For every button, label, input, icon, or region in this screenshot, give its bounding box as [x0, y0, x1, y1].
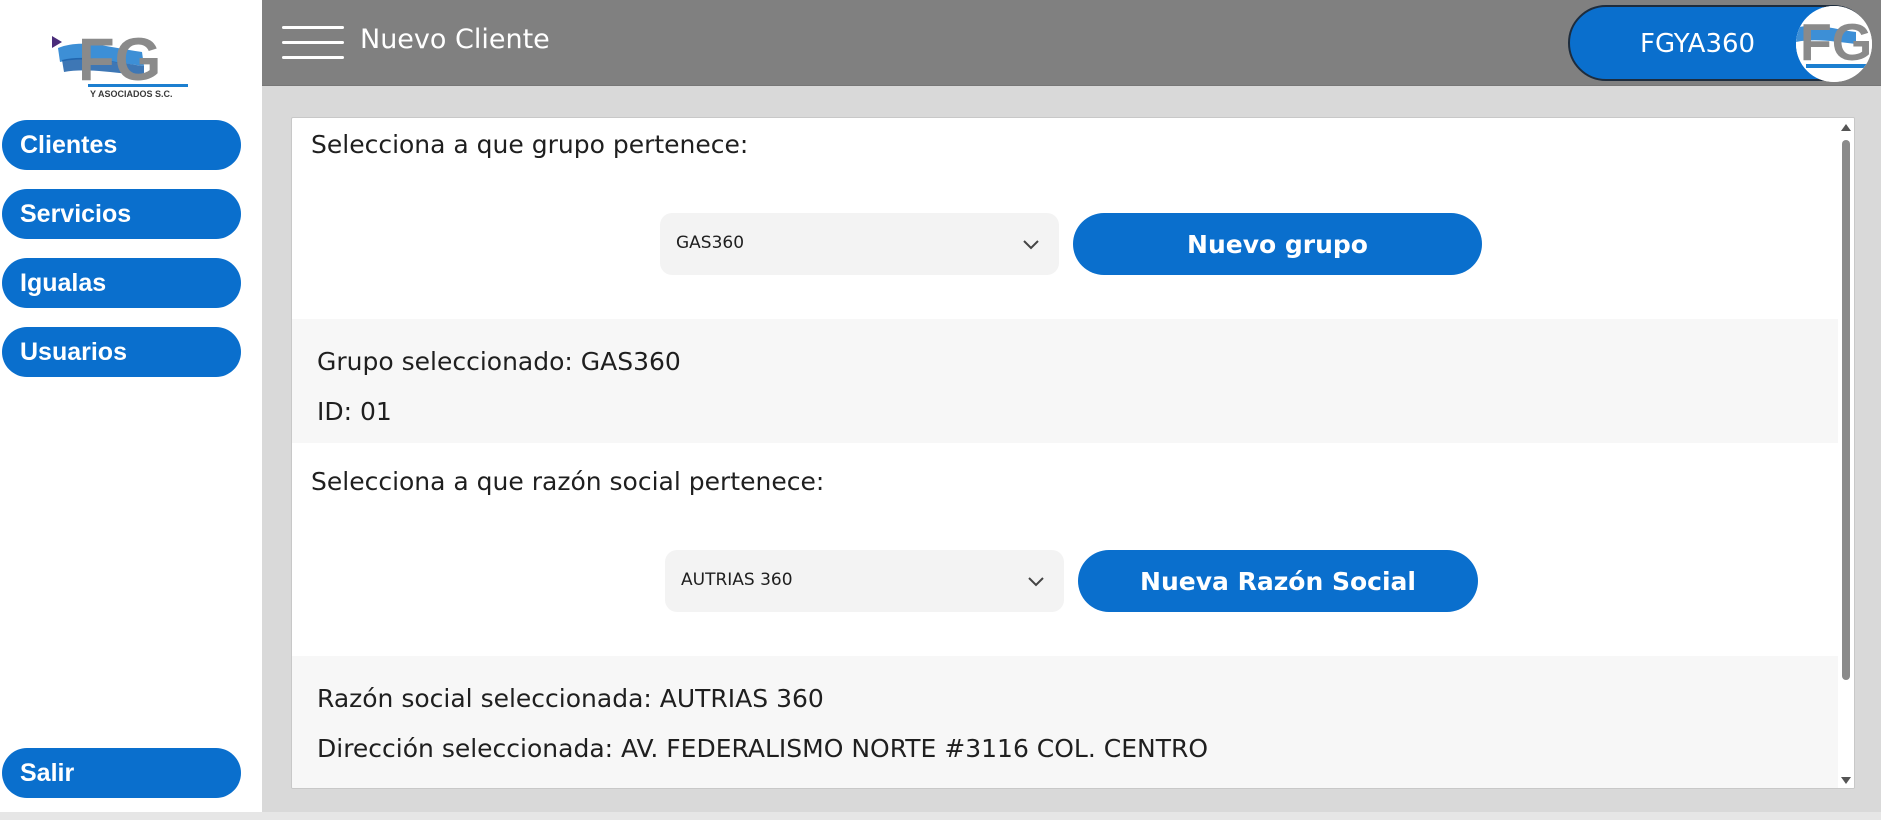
vertical-scrollbar[interactable] — [1838, 118, 1854, 788]
new-company-button[interactable]: Nueva Razón Social — [1078, 550, 1478, 612]
new-company-label: Nueva Razón Social — [1140, 566, 1416, 596]
company-select[interactable]: AUTRIAS 360 — [665, 550, 1064, 612]
group-select-value: GAS360 — [676, 233, 745, 253]
chevron-down-icon — [1028, 577, 1044, 587]
sidebar-item-usuarios[interactable]: Usuarios — [2, 327, 241, 377]
company-logo: FG Y ASOCIADOS S.C. — [52, 18, 194, 100]
svg-text:FG: FG — [78, 26, 161, 93]
sidebar: FG Y ASOCIADOS S.C. Clientes Servicios I… — [0, 0, 262, 820]
chevron-down-icon — [1023, 240, 1039, 250]
svg-text:FG: FG — [1800, 14, 1872, 72]
new-group-button[interactable]: Nuevo grupo — [1073, 213, 1482, 275]
bottom-strip — [0, 812, 1881, 820]
group-select[interactable]: GAS360 — [660, 213, 1059, 275]
sidebar-item-label: Igualas — [20, 268, 107, 297]
hamburger-icon[interactable] — [282, 26, 344, 62]
group-info-band: Grupo seleccionado: GAS360 ID: 01 — [292, 319, 1854, 443]
company-select-value: AUTRIAS 360 — [681, 570, 793, 590]
sidebar-item-clientes[interactable]: Clientes — [2, 120, 241, 170]
group-selected-text: Grupo seleccionado: GAS360 — [317, 347, 681, 376]
svg-text:Y ASOCIADOS S.C.: Y ASOCIADOS S.C. — [90, 89, 173, 99]
address-selected-text: Dirección seleccionada: AV. FEDERALISMO … — [317, 734, 1209, 763]
logout-button[interactable]: Salir — [2, 748, 241, 798]
sidebar-item-label: Usuarios — [20, 337, 127, 366]
sidebar-item-label: Servicios — [20, 199, 132, 228]
sidebar-item-igualas[interactable]: Igualas — [2, 258, 241, 308]
scroll-up-arrow-icon[interactable] — [1841, 124, 1851, 131]
sidebar-item-servicios[interactable]: Servicios — [2, 189, 241, 239]
new-group-label: Nuevo grupo — [1187, 229, 1368, 259]
top-header: Nuevo Cliente FGYA360 FG — [262, 0, 1881, 86]
group-id-text: ID: 01 — [317, 397, 392, 426]
company-selected-text: Razón social seleccionada: AUTRIAS 360 — [317, 684, 824, 713]
user-menu-button[interactable]: FGYA360 FG — [1568, 5, 1872, 82]
avatar: FG — [1796, 6, 1872, 82]
sidebar-item-label: Clientes — [20, 130, 118, 159]
page-title: Nuevo Cliente — [360, 24, 550, 55]
company-prompt-label: Selecciona a que razón social pertenece: — [311, 467, 825, 496]
logout-label: Salir — [20, 758, 75, 787]
scrollbar-thumb[interactable] — [1842, 140, 1850, 680]
company-info-band: Razón social seleccionada: AUTRIAS 360 D… — [292, 656, 1854, 788]
user-name: FGYA360 — [1640, 29, 1756, 59]
group-prompt-label: Selecciona a que grupo pertenece: — [311, 130, 749, 159]
new-client-form-panel: Selecciona a que grupo pertenece: GAS360… — [291, 117, 1855, 789]
scroll-down-arrow-icon[interactable] — [1841, 777, 1851, 784]
